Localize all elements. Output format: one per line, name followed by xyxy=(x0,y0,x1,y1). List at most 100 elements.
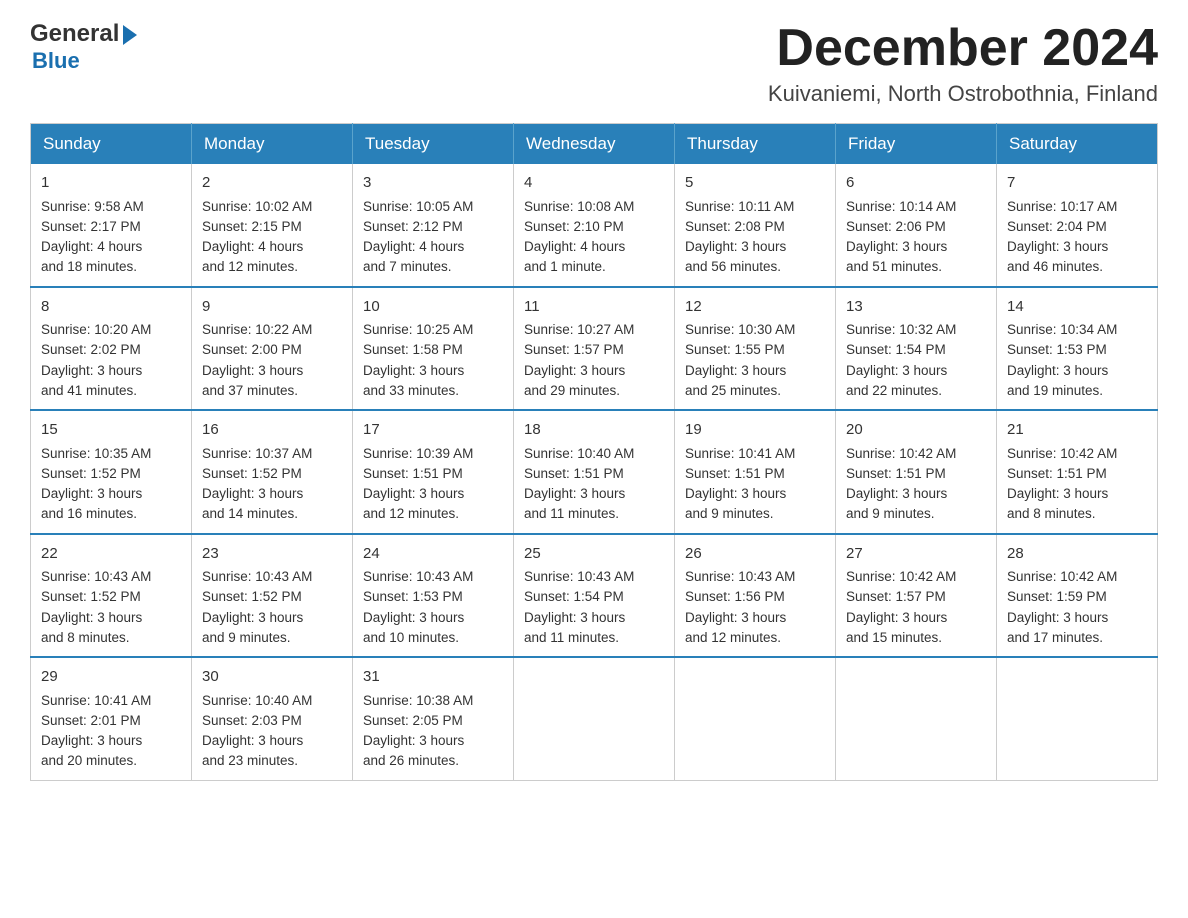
sunrise-text: Sunrise: 10:43 AM xyxy=(685,569,795,584)
calendar-cell: 2Sunrise: 10:02 AMSunset: 2:15 PMDayligh… xyxy=(192,164,353,287)
day-number: 26 xyxy=(685,543,825,566)
calendar-week-row: 1Sunrise: 9:58 AMSunset: 2:17 PMDaylight… xyxy=(31,164,1158,287)
sunrise-text: Sunrise: 10:08 AM xyxy=(524,199,634,214)
daylight-text2: and 9 minutes. xyxy=(202,630,291,645)
logo-blue-text: Blue xyxy=(32,48,80,74)
sunset-text: Sunset: 2:10 PM xyxy=(524,219,624,234)
sunrise-text: Sunrise: 10:22 AM xyxy=(202,322,312,337)
sunset-text: Sunset: 1:59 PM xyxy=(1007,589,1107,604)
daylight-text2: and 8 minutes. xyxy=(41,630,130,645)
weekday-header-thursday: Thursday xyxy=(675,124,836,165)
calendar-cell: 5Sunrise: 10:11 AMSunset: 2:08 PMDayligh… xyxy=(675,164,836,287)
daylight-text2: and 18 minutes. xyxy=(41,259,137,274)
sunrise-text: Sunrise: 10:34 AM xyxy=(1007,322,1117,337)
sunset-text: Sunset: 2:17 PM xyxy=(41,219,141,234)
calendar-cell: 14Sunrise: 10:34 AMSunset: 1:53 PMDaylig… xyxy=(997,287,1158,411)
sunset-text: Sunset: 1:52 PM xyxy=(202,589,302,604)
daylight-text: Daylight: 3 hours xyxy=(1007,239,1108,254)
daylight-text: Daylight: 3 hours xyxy=(41,486,142,501)
calendar-cell xyxy=(836,657,997,780)
sunrise-text: Sunrise: 10:43 AM xyxy=(363,569,473,584)
day-number: 5 xyxy=(685,172,825,195)
day-number: 24 xyxy=(363,543,503,566)
day-number: 14 xyxy=(1007,296,1147,319)
daylight-text: Daylight: 3 hours xyxy=(363,733,464,748)
sunrise-text: Sunrise: 10:43 AM xyxy=(202,569,312,584)
sunrise-text: Sunrise: 10:02 AM xyxy=(202,199,312,214)
daylight-text2: and 33 minutes. xyxy=(363,383,459,398)
sunrise-text: Sunrise: 10:25 AM xyxy=(363,322,473,337)
day-number: 22 xyxy=(41,543,181,566)
daylight-text2: and 15 minutes. xyxy=(846,630,942,645)
sunrise-text: Sunrise: 10:41 AM xyxy=(685,446,795,461)
daylight-text: Daylight: 3 hours xyxy=(1007,610,1108,625)
weekday-header-monday: Monday xyxy=(192,124,353,165)
daylight-text: Daylight: 3 hours xyxy=(41,363,142,378)
daylight-text2: and 22 minutes. xyxy=(846,383,942,398)
daylight-text: Daylight: 3 hours xyxy=(846,363,947,378)
daylight-text2: and 25 minutes. xyxy=(685,383,781,398)
daylight-text2: and 12 minutes. xyxy=(363,506,459,521)
day-number: 27 xyxy=(846,543,986,566)
day-number: 10 xyxy=(363,296,503,319)
sunset-text: Sunset: 1:52 PM xyxy=(41,589,141,604)
daylight-text: Daylight: 3 hours xyxy=(202,733,303,748)
sunset-text: Sunset: 2:04 PM xyxy=(1007,219,1107,234)
calendar-cell: 24Sunrise: 10:43 AMSunset: 1:53 PMDaylig… xyxy=(353,534,514,658)
sunset-text: Sunset: 1:52 PM xyxy=(202,466,302,481)
sunset-text: Sunset: 1:56 PM xyxy=(685,589,785,604)
sunset-text: Sunset: 1:57 PM xyxy=(846,589,946,604)
sunset-text: Sunset: 1:51 PM xyxy=(685,466,785,481)
calendar-cell: 20Sunrise: 10:42 AMSunset: 1:51 PMDaylig… xyxy=(836,410,997,534)
calendar-cell: 18Sunrise: 10:40 AMSunset: 1:51 PMDaylig… xyxy=(514,410,675,534)
sunset-text: Sunset: 1:54 PM xyxy=(524,589,624,604)
daylight-text2: and 12 minutes. xyxy=(685,630,781,645)
calendar-table: SundayMondayTuesdayWednesdayThursdayFrid… xyxy=(30,123,1158,781)
calendar-cell: 13Sunrise: 10:32 AMSunset: 1:54 PMDaylig… xyxy=(836,287,997,411)
daylight-text: Daylight: 4 hours xyxy=(41,239,142,254)
location-title: Kuivaniemi, North Ostrobothnia, Finland xyxy=(768,81,1158,107)
daylight-text: Daylight: 3 hours xyxy=(202,486,303,501)
day-number: 17 xyxy=(363,419,503,442)
title-area: December 2024 Kuivaniemi, North Ostrobot… xyxy=(768,20,1158,107)
daylight-text2: and 14 minutes. xyxy=(202,506,298,521)
sunrise-text: Sunrise: 10:42 AM xyxy=(1007,569,1117,584)
daylight-text2: and 56 minutes. xyxy=(685,259,781,274)
calendar-cell: 29Sunrise: 10:41 AMSunset: 2:01 PMDaylig… xyxy=(31,657,192,780)
daylight-text: Daylight: 3 hours xyxy=(1007,486,1108,501)
page-header: General Blue December 2024 Kuivaniemi, N… xyxy=(30,20,1158,107)
sunset-text: Sunset: 1:55 PM xyxy=(685,342,785,357)
calendar-cell: 28Sunrise: 10:42 AMSunset: 1:59 PMDaylig… xyxy=(997,534,1158,658)
daylight-text: Daylight: 4 hours xyxy=(202,239,303,254)
daylight-text: Daylight: 3 hours xyxy=(41,733,142,748)
calendar-week-row: 29Sunrise: 10:41 AMSunset: 2:01 PMDaylig… xyxy=(31,657,1158,780)
sunset-text: Sunset: 1:53 PM xyxy=(1007,342,1107,357)
daylight-text2: and 9 minutes. xyxy=(846,506,935,521)
sunrise-text: Sunrise: 10:42 AM xyxy=(1007,446,1117,461)
sunset-text: Sunset: 2:01 PM xyxy=(41,713,141,728)
weekday-header-wednesday: Wednesday xyxy=(514,124,675,165)
calendar-week-row: 8Sunrise: 10:20 AMSunset: 2:02 PMDayligh… xyxy=(31,287,1158,411)
daylight-text2: and 26 minutes. xyxy=(363,753,459,768)
logo: General Blue xyxy=(30,20,137,74)
daylight-text: Daylight: 3 hours xyxy=(202,363,303,378)
sunset-text: Sunset: 1:54 PM xyxy=(846,342,946,357)
daylight-text: Daylight: 3 hours xyxy=(685,486,786,501)
sunrise-text: Sunrise: 10:38 AM xyxy=(363,693,473,708)
sunrise-text: Sunrise: 10:35 AM xyxy=(41,446,151,461)
logo-general-text: General xyxy=(30,20,119,48)
sunrise-text: Sunrise: 10:42 AM xyxy=(846,569,956,584)
daylight-text: Daylight: 3 hours xyxy=(846,486,947,501)
daylight-text: Daylight: 3 hours xyxy=(41,610,142,625)
daylight-text: Daylight: 4 hours xyxy=(524,239,625,254)
sunset-text: Sunset: 2:05 PM xyxy=(363,713,463,728)
daylight-text: Daylight: 3 hours xyxy=(363,486,464,501)
day-number: 30 xyxy=(202,666,342,689)
day-number: 9 xyxy=(202,296,342,319)
day-number: 11 xyxy=(524,296,664,319)
calendar-cell: 12Sunrise: 10:30 AMSunset: 1:55 PMDaylig… xyxy=(675,287,836,411)
daylight-text: Daylight: 3 hours xyxy=(524,610,625,625)
sunrise-text: Sunrise: 10:05 AM xyxy=(363,199,473,214)
daylight-text2: and 46 minutes. xyxy=(1007,259,1103,274)
sunrise-text: Sunrise: 10:39 AM xyxy=(363,446,473,461)
